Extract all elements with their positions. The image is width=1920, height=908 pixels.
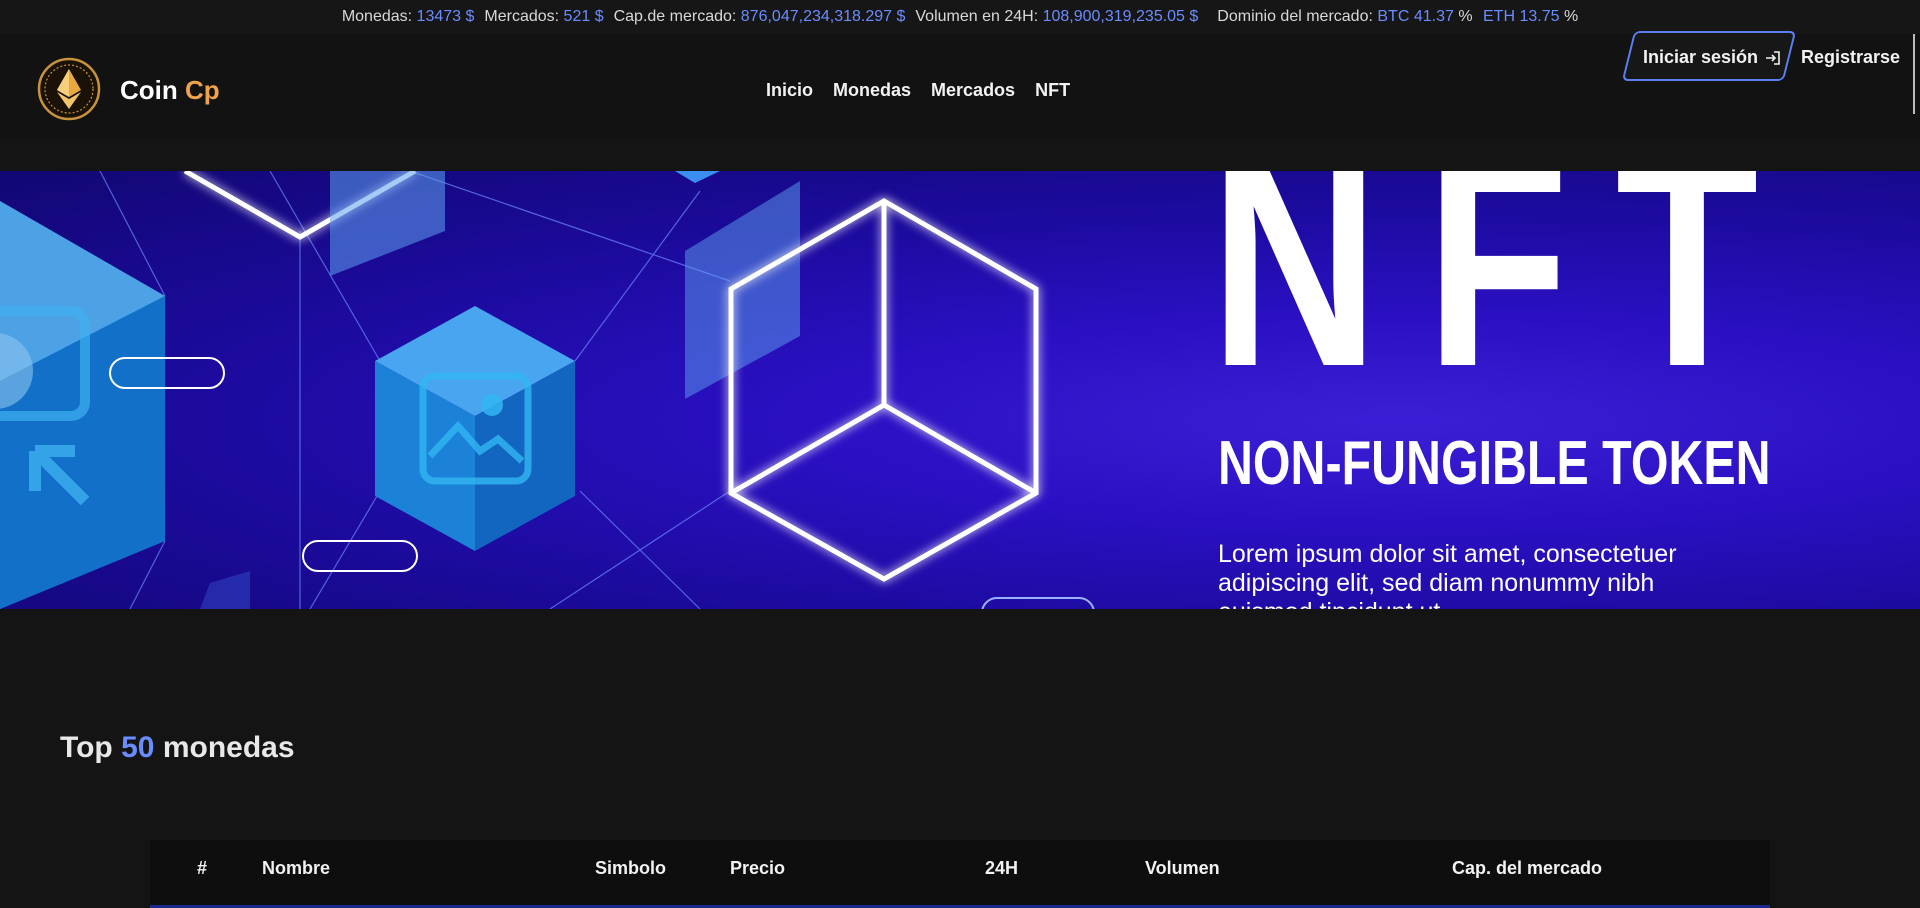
login-label: Iniciar sesión	[1643, 47, 1759, 67]
ticker-dominance-label: Dominio del mercado:	[1217, 8, 1373, 25]
hero-nft-title: NFT	[1210, 171, 1806, 429]
ticker-volume: Volumen en 24H: 108,900,319,235.05 $	[915, 8, 1198, 26]
section-spacer	[0, 609, 1920, 671]
ticker-markets-value: 521 $	[563, 8, 604, 25]
nav-item-monedas[interactable]: Monedas	[833, 80, 911, 101]
col-24h[interactable]: 24H	[985, 858, 1018, 879]
ticker-volume-value: 108,900,319,235.05 $	[1042, 8, 1199, 25]
ticker-marketcap-label: Cap.de mercado:	[613, 8, 737, 25]
nav-item-nft[interactable]: NFT	[1035, 80, 1070, 101]
nav-item-mercados[interactable]: Mercados	[931, 80, 1015, 101]
brand-main: Coin	[120, 75, 178, 105]
hero-body-text: Lorem ipsum dolor sit amet, consectetuer…	[1218, 540, 1677, 609]
brand-name[interactable]: Coin Cp	[120, 75, 220, 106]
col-market-cap[interactable]: Cap. del mercado	[1452, 858, 1602, 879]
main-nav: Inicio Monedas Mercados NFT	[766, 80, 1070, 101]
login-arrow-icon	[1766, 50, 1780, 65]
top-title-number: 50	[121, 731, 155, 764]
ticker-coins: Monedas: 13473 $	[342, 8, 475, 26]
ticker-btc-unit: %	[1458, 8, 1473, 25]
ticker-markets: Mercados: 521 $	[484, 8, 603, 26]
top-title-pre: Top	[60, 731, 113, 764]
top-title-post: monedas	[162, 731, 295, 764]
ticker-volume-label: Volumen en 24H:	[915, 8, 1039, 25]
col-symbol[interactable]: Simbolo	[595, 858, 666, 879]
col-price[interactable]: Precio	[730, 858, 785, 879]
ticker-btc-value: BTC 41.37	[1377, 8, 1454, 25]
ticker-markets-label: Mercados:	[484, 8, 560, 25]
nav-item-inicio[interactable]: Inicio	[766, 80, 813, 101]
ticker-eth-value: ETH 13.75	[1483, 8, 1560, 25]
ticker-coins-value: 13473 $	[416, 8, 475, 25]
top-coins-title: Top 50 monedas	[60, 731, 295, 765]
hero-subtitle: NON-FUNGIBLE TOKEN	[1218, 429, 1771, 498]
ticker-dominance: Dominio del mercado: BTC 41.37 % ETH 13.…	[1217, 8, 1578, 26]
col-volume[interactable]: Volumen	[1145, 858, 1220, 879]
ticker-marketcap: Cap.de mercado: 876,047,234,318.297 $	[614, 8, 906, 26]
col-name[interactable]: Nombre	[262, 858, 330, 879]
brand-accent: Cp	[185, 75, 220, 105]
market-ticker: Monedas: 13473 $ Mercados: 521 $ Cap.de …	[0, 0, 1920, 34]
ethereum-logo-icon[interactable]	[37, 57, 101, 121]
scrollbar[interactable]	[1913, 34, 1915, 114]
ticker-eth-unit: %	[1563, 8, 1579, 25]
ticker-coins-label: Monedas:	[341, 8, 413, 25]
register-link[interactable]: Registrarse	[1801, 47, 1900, 68]
login-button-content[interactable]: Iniciar sesión	[1643, 47, 1782, 68]
col-rank[interactable]: #	[197, 858, 207, 879]
ticker-marketcap-value: 876,047,234,318.297 $	[740, 8, 906, 25]
